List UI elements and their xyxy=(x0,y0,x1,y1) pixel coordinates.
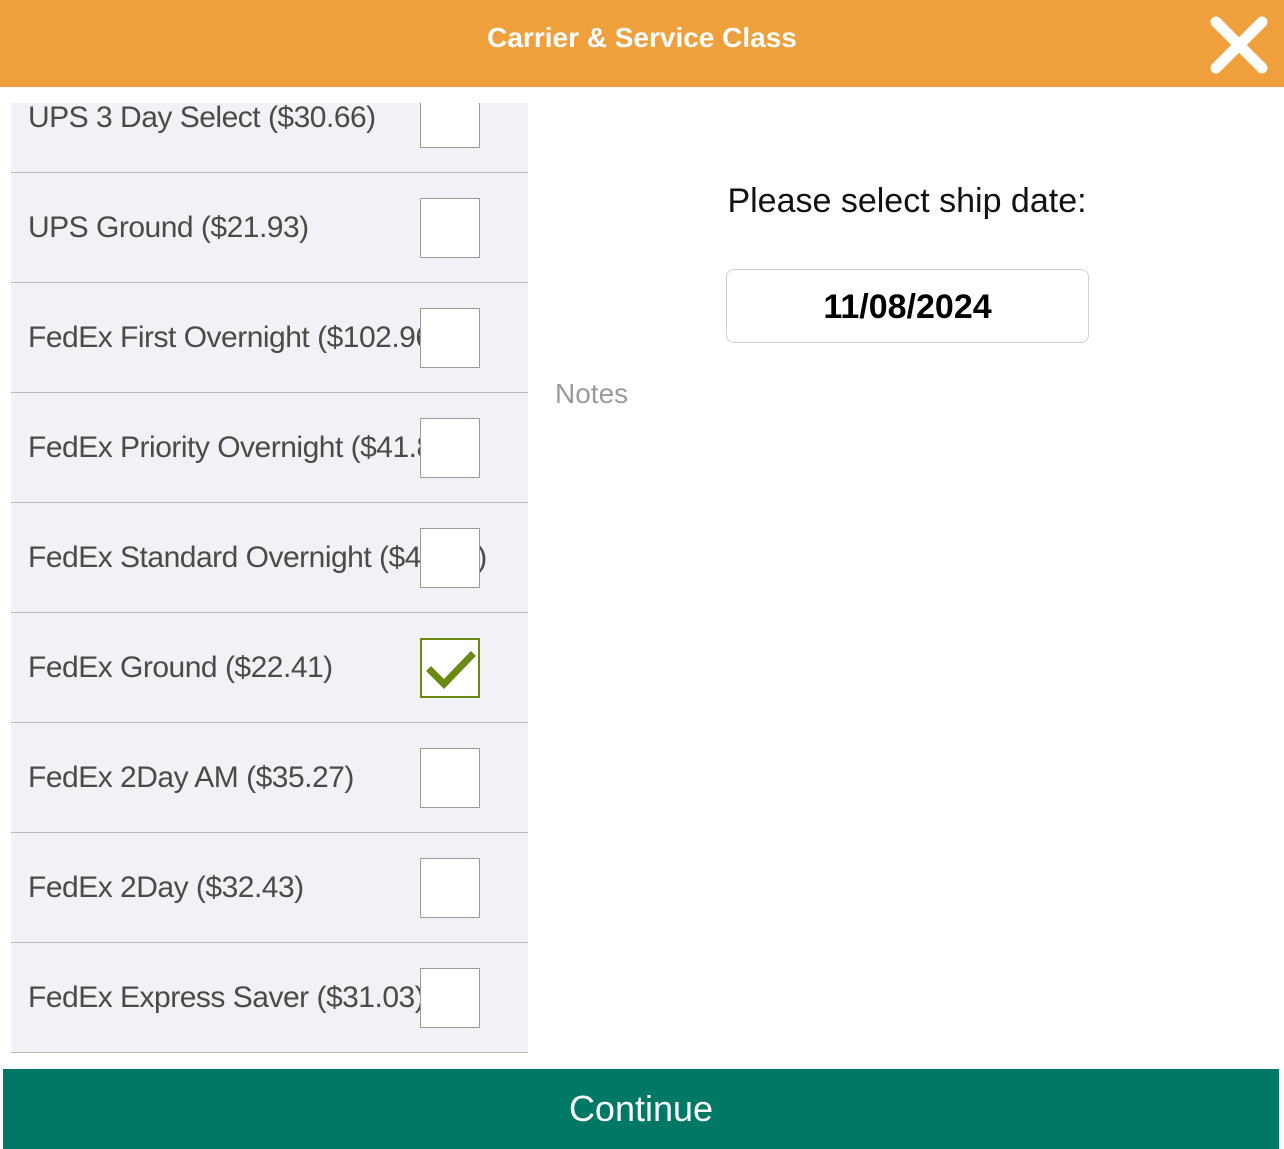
service-checkbox[interactable] xyxy=(420,748,480,808)
service-label: FedEx Express Saver ($31.03) xyxy=(28,981,425,1014)
service-list[interactable]: UPS 3 Day Select ($30.66) UPS Ground ($21… xyxy=(11,103,528,1053)
close-button[interactable] xyxy=(1206,12,1272,78)
service-row[interactable]: FedEx Standard Overnight ($40.16) xyxy=(11,503,528,613)
service-label: FedEx 2Day ($32.43) xyxy=(28,871,304,904)
ship-date-field[interactable]: 11/08/2024 xyxy=(726,269,1089,343)
service-row[interactable]: FedEx Ground ($22.41) xyxy=(11,613,528,723)
service-row[interactable]: FedEx Express Saver ($31.03) xyxy=(11,943,528,1053)
service-row[interactable]: UPS 3 Day Select ($30.66) xyxy=(11,103,528,173)
service-label: UPS Ground ($21.93) xyxy=(28,211,309,244)
service-checkbox[interactable] xyxy=(420,308,480,368)
service-checkbox[interactable] xyxy=(420,528,480,588)
service-label: FedEx First Overnight ($102.96) xyxy=(28,321,442,354)
service-checkbox[interactable] xyxy=(420,638,480,698)
service-label: FedEx Priority Overnight ($41.85) xyxy=(28,431,459,464)
service-checkbox[interactable] xyxy=(420,198,480,258)
service-checkbox[interactable] xyxy=(420,103,480,148)
service-row[interactable]: FedEx 2Day ($32.43) xyxy=(11,833,528,943)
service-checkbox[interactable] xyxy=(420,418,480,478)
notes-field[interactable] xyxy=(555,378,1255,1038)
service-row[interactable]: UPS Ground ($21.93) xyxy=(11,173,528,283)
service-checkbox[interactable] xyxy=(420,858,480,918)
service-row[interactable]: FedEx 2Day AM ($35.27) xyxy=(11,723,528,833)
ship-date-prompt: Please select ship date: xyxy=(727,182,1087,220)
checkmark-icon xyxy=(426,651,476,689)
service-checkbox[interactable] xyxy=(420,968,480,1028)
close-icon xyxy=(1210,16,1268,74)
header-bar: Carrier & Service Class xyxy=(0,0,1284,87)
continue-button[interactable]: Continue xyxy=(3,1069,1279,1149)
service-row[interactable]: FedEx First Overnight ($102.96) xyxy=(11,283,528,393)
service-label: FedEx 2Day AM ($35.27) xyxy=(28,761,354,794)
service-label: UPS 3 Day Select ($30.66) xyxy=(28,103,376,134)
page-title: Carrier & Service Class xyxy=(487,22,797,53)
service-row[interactable]: FedEx Priority Overnight ($41.85) xyxy=(11,393,528,503)
service-label: FedEx Standard Overnight ($40.16) xyxy=(28,541,487,574)
service-label: FedEx Ground ($22.41) xyxy=(28,651,333,684)
